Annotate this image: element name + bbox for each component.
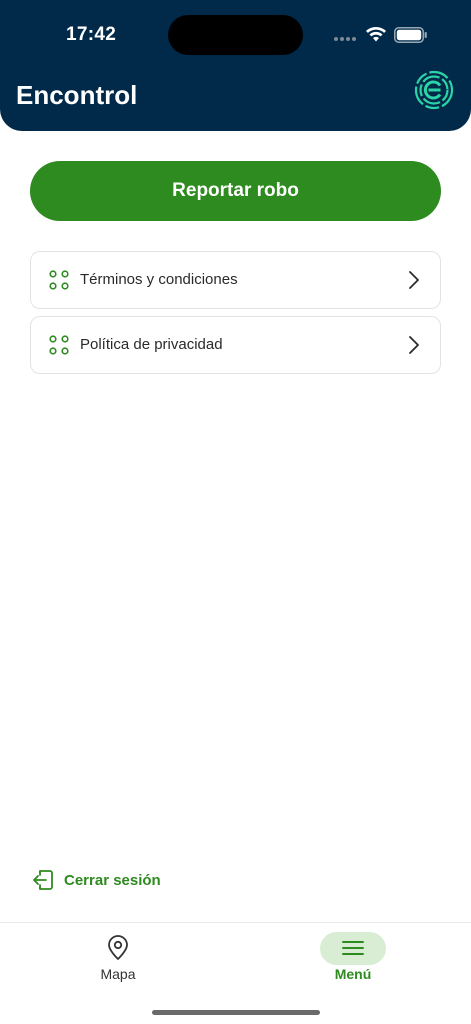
tab-map[interactable]: Mapa	[28, 923, 208, 993]
logout-label: Cerrar sesión	[64, 871, 161, 889]
dots-grid-icon	[49, 270, 69, 290]
tab-bar: Mapa Menú	[0, 922, 471, 1024]
app-title: Encontrol	[16, 80, 138, 110]
dynamic-island	[168, 15, 303, 55]
tab-label: Menú	[334, 966, 372, 982]
tab-label: Mapa	[100, 966, 136, 982]
dots-grid-icon	[49, 335, 69, 355]
screen: 17:42 Encontrol Reportar robo Términos y…	[0, 0, 471, 1024]
report-theft-button[interactable]: Reportar robo	[30, 161, 441, 221]
logout-button[interactable]: Cerrar sesión	[31, 868, 161, 892]
menu-item-label: Términos y condiciones	[80, 271, 238, 288]
menu-item-terms[interactable]: Términos y condiciones	[30, 251, 441, 309]
cellular-signal-icon	[334, 37, 356, 41]
tab-menu[interactable]: Menú	[263, 923, 443, 993]
menu-item-privacy[interactable]: Política de privacidad	[30, 316, 441, 374]
app-header: 17:42 Encontrol	[0, 0, 471, 131]
encontrol-logo-icon	[414, 70, 454, 110]
home-indicator	[152, 1010, 320, 1015]
logout-icon	[33, 870, 53, 890]
wifi-icon	[366, 27, 386, 42]
menu-item-label: Política de privacidad	[80, 336, 223, 353]
battery-icon	[394, 27, 427, 43]
chevron-right-icon	[409, 336, 419, 354]
status-time: 17:42	[66, 24, 117, 45]
map-pin-icon	[108, 935, 128, 960]
chevron-right-icon	[409, 271, 419, 289]
menu-icon	[342, 941, 364, 955]
